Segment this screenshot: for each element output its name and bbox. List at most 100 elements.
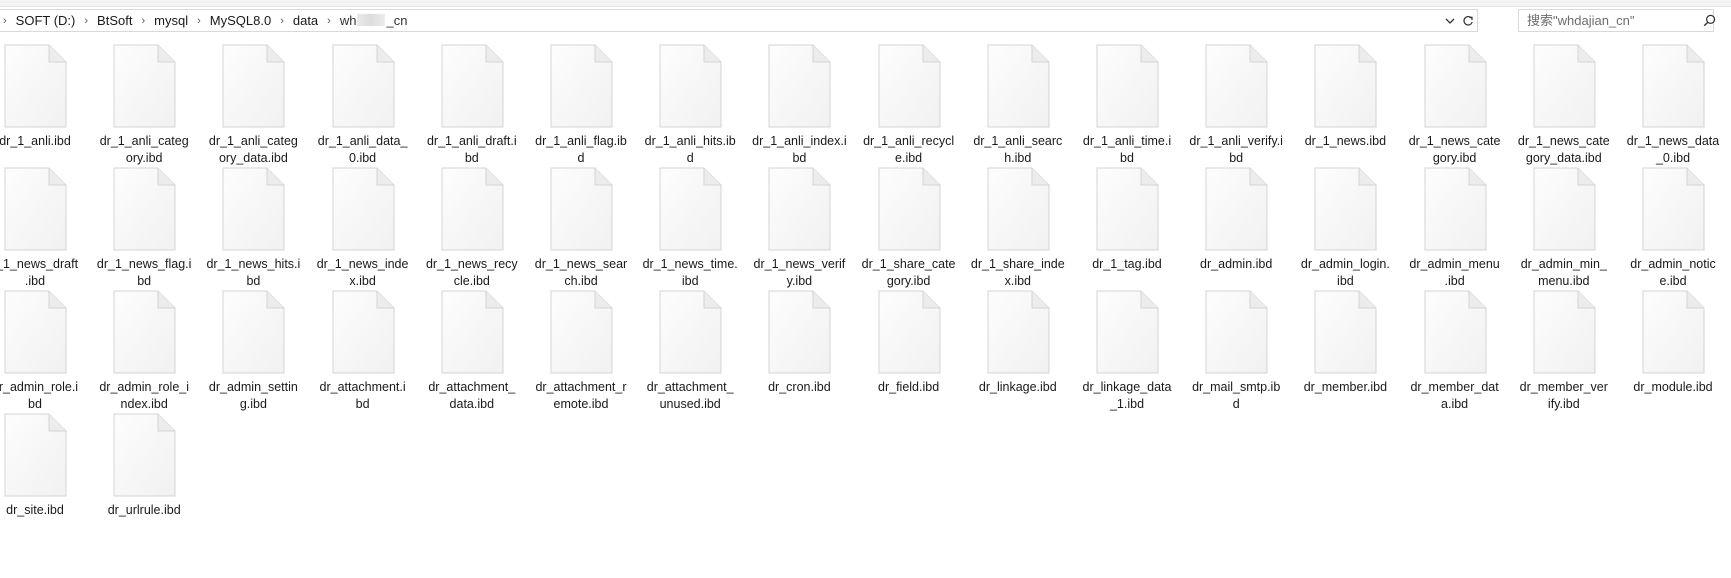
file-item[interactable]: dr_1_anli_flag.ib d	[531, 30, 631, 165]
file-name-line: dr_cron.ibd	[768, 380, 831, 394]
file-item[interactable]: dr_admin.ibd	[1186, 153, 1286, 283]
file-item[interactable]: dr_1_anli_categ ory_data.ibd	[203, 30, 303, 165]
file-item[interactable]: dr_admin_settin g.ibd	[203, 276, 303, 411]
file-name-line: a.ibd	[1441, 397, 1469, 411]
blank-file-icon	[440, 290, 504, 374]
file-item[interactable]: dr_1_tag.ibd	[1077, 153, 1177, 283]
file-item[interactable]: dr_member.ibd	[1295, 276, 1395, 406]
blank-file-icon	[877, 167, 941, 251]
file-item[interactable]: dr_1_news_data _0.ibd	[1623, 30, 1723, 165]
breadcrumb-chevron-icon[interactable]: ›	[133, 15, 153, 27]
breadcrumb-chevron-icon[interactable]: ›	[0, 15, 15, 27]
file-item[interactable]: dr_1_news_inde x.ibd	[313, 153, 413, 288]
file-item[interactable]: dr_1_anli_draft.i bd	[422, 30, 522, 165]
file-item[interactable]: dr_1_anli.ibd	[0, 30, 85, 160]
breadcrumb-item-mysql[interactable]: mysql	[153, 13, 189, 28]
breadcrumb-item-data[interactable]: data	[292, 13, 319, 28]
file-name-line: _1.ibd	[1109, 397, 1145, 411]
file-name-line: dr_1_news_sear	[534, 257, 628, 271]
file-name-line: dr_1_anli_categ	[99, 134, 189, 148]
file-item[interactable]: dr_admin_login. ibd	[1295, 153, 1395, 288]
file-name-line: dr_attachment_	[646, 380, 734, 394]
file-item[interactable]: dr_1_anli_hits.ib d	[640, 30, 740, 165]
blank-file-icon	[1641, 44, 1705, 128]
blank-file-icon	[331, 167, 395, 251]
breadcrumb-chevron-icon[interactable]: ›	[189, 15, 209, 27]
file-name-label: dr_urlrule.ibd	[94, 502, 194, 519]
file-name-line: dr_admin_menu	[1409, 257, 1500, 271]
file-item[interactable]: dr_linkage_data _1.ibd	[1077, 276, 1177, 411]
file-name-label: dr_member.ibd	[1295, 379, 1395, 396]
file-item[interactable]: dr_urlrule.ibd	[94, 399, 194, 529]
file-item[interactable]: dr_attachment_ data.ibd	[422, 276, 522, 411]
file-item[interactable]: r_1_news_draft .ibd	[0, 153, 85, 288]
file-item[interactable]: dr_attachment_r emote.ibd	[531, 276, 631, 411]
search-box[interactable]	[1518, 9, 1716, 32]
file-item[interactable]: dr_1_anli_searc h.ibd	[968, 30, 1068, 165]
file-name-line: dr_urlrule.ibd	[107, 503, 181, 517]
file-item[interactable]: dr_1_news_sear ch.ibd	[531, 153, 631, 288]
file-item[interactable]: dr_1_share_cate gory.ibd	[859, 153, 959, 288]
file-item[interactable]: dr_member_ver ify.ibd	[1514, 276, 1614, 411]
blank-file-icon	[877, 44, 941, 128]
file-item[interactable]: dr_admin_role.i bd	[0, 276, 85, 411]
breadcrumb-item-current[interactable]: wh _cn	[339, 13, 409, 28]
file-item[interactable]: dr_cron.ibd	[749, 276, 849, 406]
breadcrumb-item-drive[interactable]: SOFT (D:)	[15, 13, 77, 28]
file-item[interactable]: dr_module.ibd	[1623, 276, 1723, 406]
file-item[interactable]: dr_1_news_cate gory.ibd	[1405, 30, 1505, 165]
breadcrumb-chevron-icon[interactable]: ›	[76, 15, 96, 27]
file-item[interactable]: dr_admin_role_i ndex.ibd	[94, 276, 194, 411]
file-item[interactable]: dr_1_news_recy cle.ibd	[422, 153, 522, 288]
file-name-line: dr_1_news_time.	[642, 257, 738, 271]
file-item[interactable]: dr_1_anli_recycl e.ibd	[859, 30, 959, 165]
file-item[interactable]: dr_member_dat a.ibd	[1405, 276, 1505, 411]
file-item[interactable]: dr_1_anli_data_ 0.ibd	[313, 30, 413, 165]
window-top-strip	[0, 0, 1731, 7]
file-item[interactable]: dr_1_news_verif y.ibd	[749, 153, 849, 288]
blank-file-icon	[112, 44, 176, 128]
file-item[interactable]: dr_site.ibd	[0, 399, 85, 529]
breadcrumb-item-btsoft[interactable]: BtSoft	[96, 13, 133, 28]
file-item[interactable]: dr_1_share_inde x.ibd	[968, 153, 1068, 288]
file-name-line: dr_linkage.ibd	[978, 380, 1057, 394]
file-name-line: dr_1_share_cate	[861, 257, 956, 271]
file-item[interactable]: dr_admin_notic e.ibd	[1623, 153, 1723, 288]
file-name-line: dr_attachment_	[428, 380, 516, 394]
breadcrumb-item-mysql80[interactable]: MySQL8.0	[209, 13, 272, 28]
file-name-line: dr_member.ibd	[1303, 380, 1388, 394]
file-name-label: dr_member_dat a.ibd	[1405, 379, 1505, 413]
file-name-line: dr_1_news_recy	[425, 257, 518, 271]
search-input[interactable]	[1527, 13, 1703, 28]
file-item[interactable]: dr_admin_menu .ibd	[1405, 153, 1505, 288]
file-name-label: dr_member_ver ify.ibd	[1514, 379, 1614, 413]
file-name-label: dr_linkage.ibd	[968, 379, 1068, 396]
file-item[interactable]: dr_field.ibd	[859, 276, 959, 406]
blank-file-icon	[331, 290, 395, 374]
file-item[interactable]: dr_1_anli_verify.i bd	[1186, 30, 1286, 165]
file-item[interactable]: dr_1_news_hits.i bd	[203, 153, 303, 288]
file-item[interactable]: dr_linkage.ibd	[968, 276, 1068, 406]
breadcrumb-chevron-icon[interactable]: ›	[272, 15, 292, 27]
file-name-label: dr_mail_smtp.ib d	[1186, 379, 1286, 413]
search-icon[interactable]	[1703, 14, 1716, 27]
chevron-down-icon[interactable]	[1441, 10, 1459, 31]
address-bar[interactable]: › SOFT (D:) › BtSoft › mysql › MySQL8.0 …	[0, 9, 1478, 32]
file-item[interactable]: dr_attachment.i bd	[313, 276, 413, 411]
file-item[interactable]: dr_admin_min_ menu.ibd	[1514, 153, 1614, 288]
file-item[interactable]: dr_attachment_ unused.ibd	[640, 276, 740, 411]
file-item[interactable]: dr_mail_smtp.ib d	[1186, 276, 1286, 411]
file-item[interactable]: dr_1_anli_categ ory.ibd	[94, 30, 194, 165]
breadcrumb-chevron-icon[interactable]: ›	[319, 15, 339, 27]
blank-file-icon	[1095, 167, 1159, 251]
blank-file-icon	[549, 290, 613, 374]
file-item[interactable]: dr_1_anli_index.i bd	[749, 30, 849, 165]
file-item[interactable]: dr_1_news_time. ibd	[640, 153, 740, 288]
file-item[interactable]: dr_1_news.ibd	[1295, 30, 1395, 160]
file-item[interactable]: dr_1_news_cate gory_data.ibd	[1514, 30, 1614, 165]
file-item[interactable]: dr_1_anli_time.i bd	[1077, 30, 1177, 165]
blank-file-icon	[1423, 44, 1487, 128]
blank-file-icon	[1641, 290, 1705, 374]
file-item[interactable]: dr_1_news_flag.i bd	[94, 153, 194, 288]
refresh-icon[interactable]	[1459, 10, 1477, 31]
